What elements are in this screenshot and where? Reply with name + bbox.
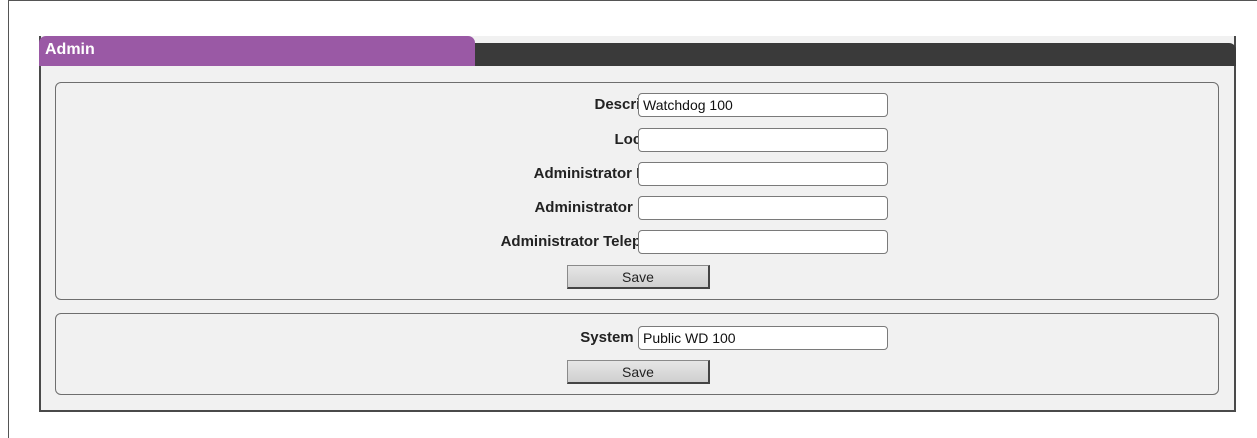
description-label: Description: [594, 96, 677, 113]
system-label-section: System Label Save: [55, 313, 1219, 395]
admin-save-button[interactable]: Save: [567, 265, 710, 289]
location-label: Location: [117, 128, 678, 152]
form-row-administrator-email: Administrator Email: [56, 196, 1218, 220]
location-input[interactable]: [638, 128, 888, 152]
form-row-system-label: System Label: [56, 326, 1218, 350]
administrator-telephone-input[interactable]: [638, 230, 888, 254]
system-label-input[interactable]: [638, 326, 888, 350]
administrator-name-input[interactable]: [638, 162, 888, 186]
form-row-administrator-telephone: Administrator Telephone: [56, 230, 1218, 254]
form-row-location: Location: [56, 128, 1218, 152]
form-row-administrator-name: Administrator Name: [56, 162, 1218, 186]
administrator-telephone-label: Administrator Telephone: [500, 233, 677, 250]
panel-title-tab: Admin: [39, 36, 475, 66]
panel-title: Admin: [45, 41, 95, 58]
system-save-button[interactable]: Save: [567, 360, 710, 384]
form-row-description: Description: [56, 93, 1218, 117]
administrator-name-label: Administrator Name: [533, 165, 677, 182]
panel-header: Admin: [39, 36, 1236, 66]
system-label-label: System Label: [580, 329, 677, 346]
administrator-email-label: Administrator Email: [534, 199, 677, 216]
admin-info-section: Description Location Administrator Name …: [55, 82, 1219, 300]
administrator-email-input[interactable]: [638, 196, 888, 220]
description-input[interactable]: [638, 93, 888, 117]
